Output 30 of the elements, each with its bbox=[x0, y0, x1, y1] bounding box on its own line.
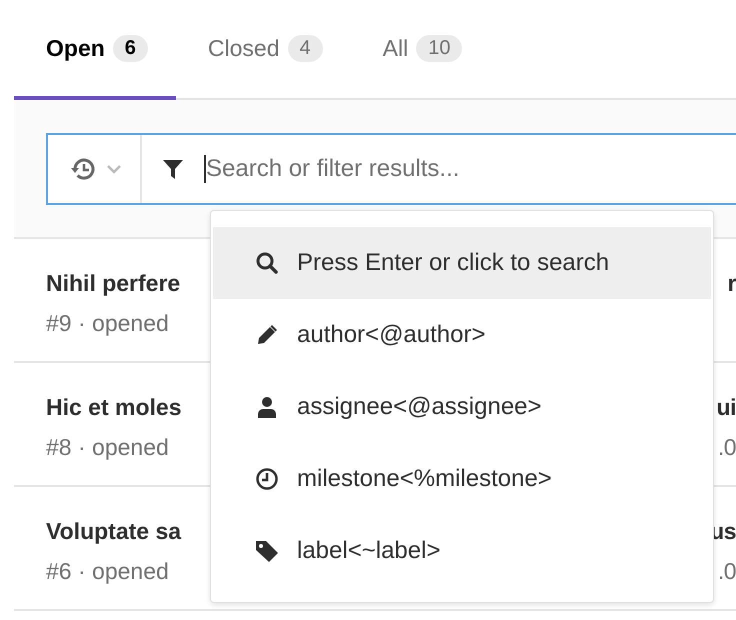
issue-meta: #6 · opened bbox=[46, 557, 169, 586]
count-badge: 4 bbox=[288, 34, 323, 62]
tab[interactable]: All 10 bbox=[350, 0, 490, 100]
clock-icon bbox=[255, 467, 279, 491]
tag-icon bbox=[255, 539, 279, 563]
search-field[interactable]: Search or filter results... bbox=[46, 133, 736, 205]
filter-icon bbox=[162, 158, 184, 180]
count-badge: 10 bbox=[416, 34, 462, 62]
issue-meta: #8 · opened bbox=[46, 433, 169, 462]
count-badge: 6 bbox=[112, 34, 148, 62]
history-icon bbox=[70, 157, 96, 181]
issue-meta: .0 bbox=[718, 557, 736, 586]
dropdown-item[interactable]: milestone<%milestone> bbox=[213, 443, 711, 515]
issue-meta: #9 · opened bbox=[46, 309, 169, 338]
tab[interactable]: Closed 4 bbox=[176, 0, 351, 100]
dropdown-item[interactable]: Press Enter or click to search bbox=[213, 227, 711, 299]
dropdown-item[interactable]: label<~label> bbox=[213, 515, 711, 587]
chevron-down-icon bbox=[106, 163, 122, 175]
issue-title[interactable]: Voluptate sa bbox=[46, 511, 182, 551]
dropdown-item[interactable]: assignee<@assignee> bbox=[213, 371, 711, 443]
issue-title[interactable]: Hic et moles bbox=[46, 387, 182, 427]
user-icon bbox=[255, 395, 279, 419]
dropdown-item[interactable]: author<@author> bbox=[213, 299, 711, 371]
issue-title[interactable]: ui bbox=[716, 387, 736, 427]
issue-meta: .0 bbox=[718, 433, 736, 462]
pencil-icon bbox=[255, 323, 279, 347]
search-icon bbox=[255, 251, 279, 275]
search-input[interactable]: Search or filter results... bbox=[206, 155, 736, 183]
issue-title[interactable]: Nihil perfere bbox=[46, 263, 180, 303]
issue-title[interactable]: r bbox=[728, 263, 736, 303]
